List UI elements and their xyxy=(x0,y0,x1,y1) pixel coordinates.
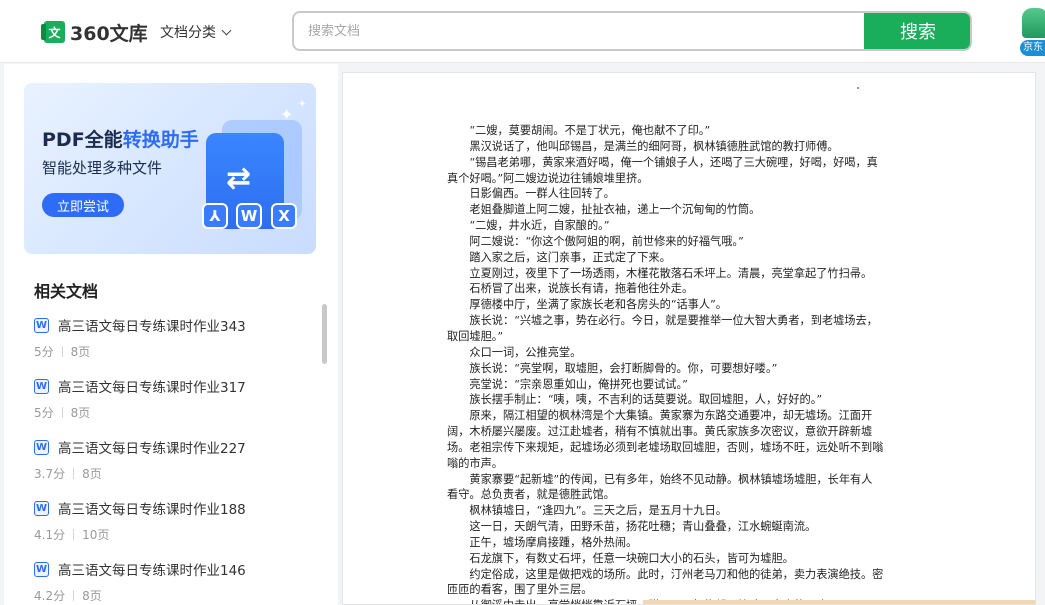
banner-subtitle: 智能处理多种文件 xyxy=(42,159,163,177)
document-line: 石龙旗下，有数丈石坪，任意一块碗口大小的石头，皆可为墟胆。 xyxy=(469,551,794,565)
pdf-converter-banner[interactable]: ✦ ✦ PDF全能转换助手 智能处理多种文件 立即尝试 ⇄ ⅄ W X xyxy=(24,83,316,254)
word-doc-icon: W xyxy=(34,317,49,333)
jd-label: 京东 xyxy=(1020,40,1045,56)
doc-score: 4.2分 xyxy=(34,589,66,603)
related-docs-list: W 高三语文每日专练课时作业343 5分 8页 W 高三语文每日专练课时作业317… xyxy=(34,314,314,605)
word-doc-icon: W xyxy=(34,561,49,577)
document-line: 约定俗成，这里是做把戏的场所。此时，汀州老马刀和他的徒弟，卖力表演绝技。密 xyxy=(469,567,884,581)
document-line: 族长摆手制止：“咦，咦，不吉利的话莫要说。取回墟胆，人，好好的。” xyxy=(469,393,823,407)
banner-title-prefix: PDF全能 xyxy=(42,129,123,151)
divider xyxy=(61,407,63,418)
list-item[interactable]: W 高三语文每日专练课时作业317 5分 8页 xyxy=(34,375,314,436)
sidebar: ✦ ✦ PDF全能转换助手 智能处理多种文件 立即尝试 ⇄ ⅄ W X 相关文档… xyxy=(4,64,338,605)
document-line: 踏入家之后，这门亲事，正式定了下来。 xyxy=(469,250,671,264)
convert-arrows-icon: ⇄ xyxy=(226,161,252,196)
related-docs-heading: 相关文档 xyxy=(34,282,99,301)
doc-score: 5分 xyxy=(34,345,54,359)
doc-pages: 8页 xyxy=(82,467,102,481)
document-line: “锡昌老弟哪，黄家来酒好喝，俺一个铺娘子人，还喝了三大碗哩，好喝，好喝，真 xyxy=(469,155,878,169)
document-line: 枫林镇墟日，“逢四九”。三天之后，是五月十九日。 xyxy=(469,504,727,518)
category-label: 文档分类 xyxy=(160,25,216,41)
logo-text: 360文库 xyxy=(70,22,148,45)
chevron-down-icon xyxy=(221,25,232,35)
category-dropdown[interactable]: 文档分类 xyxy=(160,22,232,42)
list-item[interactable]: W 高三语文每日专练课时作业188 4.1分 10页 xyxy=(34,497,314,558)
document-line: 这一日，天朗气清，田野禾苗，扬花吐穗；青山叠叠，江水蜿蜒南流。 xyxy=(469,520,817,534)
document-line: 众口一词，公推亮堂。 xyxy=(469,345,582,359)
document-line: 族长说：“兴墟之事，势在必行。今日，就是要推举一位大智大勇者，到老墟场去， xyxy=(469,314,878,328)
list-item[interactable]: W 高三语文每日专练课时作业146 4.2分 8页 xyxy=(34,558,314,605)
banner-title: PDF全能转换助手 xyxy=(42,125,199,152)
list-item[interactable]: W 高三语文每日专练课时作业227 3.7分 8页 xyxy=(34,436,314,497)
word-doc-icon: W xyxy=(34,439,49,455)
document-line: 石桥冒了出来，说族长有请，拖着他往外走。 xyxy=(469,282,694,296)
word-format-icon: W xyxy=(236,203,262,229)
document-line: 原来，隔江相望的枫林湾是个大集镇。黄家寨为东路交通要冲，却无墟场。江面开 xyxy=(469,409,873,423)
top-header: 文 360文库 文档分类 搜索 京东 xyxy=(0,0,1045,63)
document-line: 阿二嫂说：“你这个傲阿姐的啊，前世修来的好福气哦。” xyxy=(469,234,744,248)
try-now-button[interactable]: 立即尝试 xyxy=(42,193,124,217)
page-mark xyxy=(857,87,859,89)
document-line: 老姐叠脚道上阿二嫂，扯扯衣袖，递上一个沉甸甸的竹筒。 xyxy=(469,203,761,217)
document-line: 取回墟胆。” xyxy=(447,329,504,343)
document-viewer[interactable]: “二嫂，莫要胡闹。不是丁状元，俺也献不了印。” 黑汉说话了，他叫邱锡昌，是满兰的细… xyxy=(342,72,1036,605)
doc-title[interactable]: 高三语文每日专练课时作业188 xyxy=(58,498,246,518)
document-line: 真个好喝。”阿二嫂边说边往铺娘堆里挤。 xyxy=(447,171,649,185)
document-line: 立夏刚过，夜里下了一场透雨，木槿花散落石禾坪上。清晨，亮堂拿起了竹扫帚。 xyxy=(469,266,873,280)
document-line: “二嫂，莫要胡闹。不是丁状元，俺也献不了印。” xyxy=(469,124,711,137)
divider xyxy=(73,590,75,601)
document-line: 正午，墟场摩肩接踵，格外热闹。 xyxy=(469,535,638,549)
bottom-hint-bar xyxy=(643,600,1035,604)
document-line: 亮堂说：“宗亲恩重如山，俺拼死也要试试。” xyxy=(469,377,688,391)
doc-pages: 8页 xyxy=(70,406,91,420)
doc-pages: 8页 xyxy=(70,345,91,359)
search-bar: 搜索 xyxy=(292,11,972,51)
divider xyxy=(73,529,75,540)
search-button[interactable]: 搜索 xyxy=(864,13,970,49)
document-line: 匝匝的看客，围了里外三层。 xyxy=(447,583,593,597)
logo-icon: 文 xyxy=(41,21,65,43)
doc-title[interactable]: 高三语文每日专练课时作业317 xyxy=(58,376,246,396)
doc-title[interactable]: 高三语文每日专练课时作业146 xyxy=(58,559,246,579)
divider xyxy=(73,468,75,479)
sparkle-icon: ✦ xyxy=(298,99,307,110)
word-doc-icon: W xyxy=(34,378,49,394)
doc-pages: 8页 xyxy=(82,589,102,603)
doc-title[interactable]: 高三语文每日专练课时作业343 xyxy=(58,315,246,335)
search-input[interactable] xyxy=(294,13,866,49)
document-line: 日影偏西。一群人往回转了。 xyxy=(469,187,615,201)
divider xyxy=(61,346,63,357)
document-line: 嗡的市声。 xyxy=(447,456,503,470)
doc-title[interactable]: 高三语文每日专练课时作业227 xyxy=(58,437,246,457)
doc-pages: 10页 xyxy=(82,528,110,542)
document-line: 厚德楼中厅，坐满了家族长老和各房头的“话事人”。 xyxy=(469,298,727,312)
document-text: “二嫂，莫要胡闹。不是丁状元，俺也献不了印。” 黑汉说话了，他叫邱锡昌，是满兰的细… xyxy=(447,123,933,604)
logo[interactable]: 文 360文库 xyxy=(41,20,148,45)
pdf-format-icon: ⅄ xyxy=(202,203,228,229)
document-line: 看守。总负责者，就是德胜武馆。 xyxy=(447,488,615,502)
document-line: 族长说：“亮堂啊，取墟胆，会打断脚骨的。你，可要想好喽。” xyxy=(469,361,778,375)
document-line: 阔，木桥屡兴屡废。过江赴墟者，稍有不慎就出事。黄氏家族多次密议，意欲开辟新墟 xyxy=(447,425,873,439)
banner-title-highlight: 转换助手 xyxy=(122,129,199,151)
excel-format-icon: X xyxy=(271,203,297,229)
sidebar-scrollbar[interactable] xyxy=(322,304,327,364)
document-line: “二嫂，井水近，自家酿的。” xyxy=(469,219,610,233)
doc-score: 4.1分 xyxy=(34,528,66,542)
document-line: 场。老祖宗传下来规矩，起墟场必须到老墟场取回墟胆，否则，墟场不旺，远处听不到嗡 xyxy=(447,440,884,454)
word-doc-icon: W xyxy=(34,500,49,516)
document-line: 黑汉说话了，他叫邱锡昌，是满兰的细阿哥，枫林镇德胜武馆的教打师傅。 xyxy=(469,139,839,153)
doc-score: 3.7分 xyxy=(34,467,66,481)
jd-promo[interactable]: 京东 xyxy=(1020,4,1045,58)
doc-score: 5分 xyxy=(34,406,54,420)
list-item[interactable]: W 高三语文每日专练课时作业343 5分 8页 xyxy=(34,314,314,375)
gift-icon xyxy=(1022,8,1045,38)
document-line: 黄家寨要“起新墟”的传闻，已有多年，始终不见动静。枫林镇墟场墟胆，长年有人 xyxy=(469,472,873,486)
